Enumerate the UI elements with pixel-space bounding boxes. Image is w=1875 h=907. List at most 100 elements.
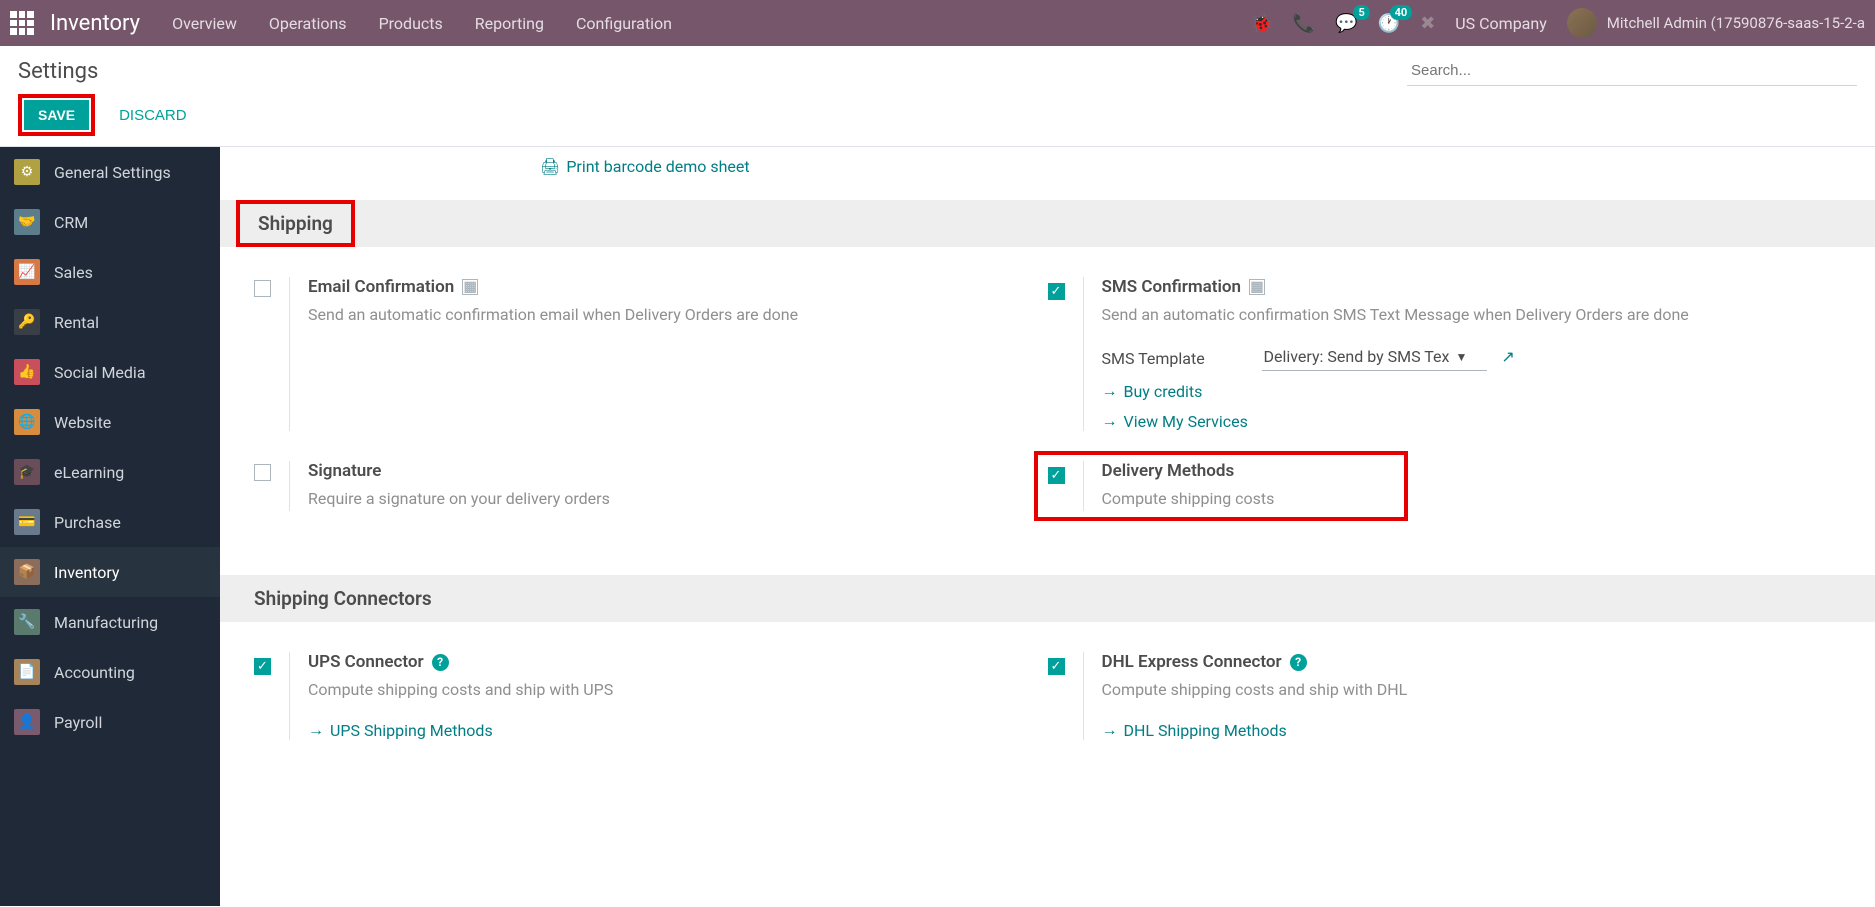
checkbox-signature[interactable] — [254, 464, 271, 481]
control-panel: Settings SAVE DISCARD — [0, 46, 1875, 147]
sidebar-item-manufacturing[interactable]: 🔧 Manufacturing — [0, 597, 220, 647]
buy-credits-link[interactable]: → Buy credits — [1102, 381, 1802, 401]
arrow-right-icon: → — [308, 720, 324, 740]
ic-social-icon: 👍 — [14, 359, 40, 385]
ic-general-icon: ⚙ — [14, 159, 40, 185]
sidebar-item-general-settings[interactable]: ⚙ General Settings — [0, 147, 220, 197]
sidebar-item-label: CRM — [54, 213, 88, 232]
sidebar-item-label: General Settings — [54, 163, 171, 182]
messages-icon[interactable]: 💬5 — [1335, 13, 1357, 34]
checkbox-sms-confirmation[interactable]: ✓ — [1048, 283, 1065, 300]
ic-accounting-icon: 📄 — [14, 659, 40, 685]
sidebar-item-label: Payroll — [54, 713, 102, 732]
ic-payroll-icon: 👤 — [14, 709, 40, 735]
shipping-highlight: Shipping — [236, 200, 355, 247]
activities-badge: 40 — [1390, 5, 1413, 20]
messages-badge: 5 — [1353, 5, 1369, 20]
dhl-methods-link[interactable]: → DHL Shipping Methods — [1102, 720, 1802, 740]
ic-inventory-icon: 📦 — [14, 559, 40, 585]
debug-icon[interactable]: 🐞 — [1251, 13, 1273, 34]
sidebar-item-label: Accounting — [54, 663, 135, 682]
sidebar-item-label: eLearning — [54, 463, 124, 482]
sidebar-item-rental[interactable]: 🔑 Rental — [0, 297, 220, 347]
discard-button[interactable]: DISCARD — [105, 94, 201, 136]
checkbox-delivery-methods[interactable]: ✓ — [1048, 467, 1065, 484]
arrow-right-icon: → — [1102, 381, 1118, 401]
ic-website-icon: 🌐 — [14, 409, 40, 435]
menu-configuration[interactable]: Configuration — [576, 14, 672, 33]
save-highlight: SAVE — [18, 94, 95, 136]
help-icon[interactable]: ? — [432, 654, 449, 671]
ic-sales-icon: 📈 — [14, 259, 40, 285]
setting-delivery-methods: ✓ Delivery Methods Compute shipping cost… — [1048, 461, 1842, 511]
sidebar-item-inventory[interactable]: 📦 Inventory — [0, 547, 220, 597]
section-shipping-title: Shipping — [258, 212, 333, 235]
ic-crm-icon: 🤝 — [14, 209, 40, 235]
phone-icon[interactable]: 📞 — [1293, 13, 1315, 34]
setting-ups-connector: ✓ UPS Connector ? Compute shipping costs… — [254, 652, 1048, 740]
main-menu: Overview Operations Products Reporting C… — [172, 14, 672, 33]
section-connectors-header: Shipping Connectors — [220, 575, 1875, 622]
save-button[interactable]: SAVE — [24, 100, 89, 130]
ic-elearning-icon: 🎓 — [14, 459, 40, 485]
sidebar-item-label: Social Media — [54, 363, 146, 382]
section-shipping-header: Shipping — [220, 200, 1875, 247]
menu-products[interactable]: Products — [379, 14, 443, 33]
arrow-right-icon: → — [1102, 411, 1118, 431]
arrow-right-icon: → — [1102, 720, 1118, 740]
activities-icon[interactable]: 🕐40 — [1378, 13, 1400, 34]
page-title: Settings — [18, 59, 98, 84]
sms-template-select[interactable]: Delivery: Send by SMS Tex ▼ — [1262, 345, 1488, 371]
username-label: Mitchell Admin (17590876-saas-15-2-a — [1607, 14, 1865, 32]
sidebar-item-label: Manufacturing — [54, 613, 158, 632]
apps-launcher-icon[interactable] — [10, 11, 34, 35]
setting-signature: Signature Require a signature on your de… — [254, 461, 1048, 511]
checkbox-email-confirmation[interactable] — [254, 280, 271, 297]
checkbox-dhl[interactable]: ✓ — [1048, 658, 1065, 675]
checkbox-ups[interactable]: ✓ — [254, 658, 271, 675]
chevron-down-icon: ▼ — [1455, 350, 1467, 364]
ic-purchase-icon: 💳 — [14, 509, 40, 535]
section-connectors-title: Shipping Connectors — [254, 587, 1841, 610]
sidebar-item-label: Purchase — [54, 513, 121, 532]
ups-methods-link[interactable]: → UPS Shipping Methods — [308, 720, 1008, 740]
sidebar-item-crm[interactable]: 🤝 CRM — [0, 197, 220, 247]
enterprise-icon: ▦ — [1249, 279, 1265, 295]
delivery-highlight: ✓ Delivery Methods Compute shipping cost… — [1034, 451, 1409, 521]
sidebar-item-elearning[interactable]: 🎓 eLearning — [0, 447, 220, 497]
settings-content[interactable]: 🖨 Print barcode demo sheet Shipping Emai… — [220, 147, 1875, 906]
search-input[interactable] — [1407, 56, 1857, 86]
app-brand[interactable]: Inventory — [50, 11, 140, 36]
sidebar-item-website[interactable]: 🌐 Website — [0, 397, 220, 447]
ic-manufacturing-icon: 🔧 — [14, 609, 40, 635]
settings-sidebar[interactable]: ⚙ General Settings 🤝 CRM 📈 Sales 🔑 Rental 👍 Socia… — [0, 147, 220, 906]
menu-overview[interactable]: Overview — [172, 14, 237, 33]
enterprise-icon: ▦ — [462, 279, 478, 295]
print-icon: 🖨 — [540, 157, 560, 176]
sidebar-item-purchase[interactable]: 💳 Purchase — [0, 497, 220, 547]
sidebar-item-label: Sales — [54, 263, 93, 282]
menu-reporting[interactable]: Reporting — [475, 14, 544, 33]
user-menu[interactable]: Mitchell Admin (17590876-saas-15-2-a — [1567, 8, 1865, 38]
sidebar-item-sales[interactable]: 📈 Sales — [0, 247, 220, 297]
sidebar-item-label: Inventory — [54, 563, 120, 582]
help-icon[interactable]: ? — [1290, 654, 1307, 671]
sidebar-item-payroll[interactable]: 👤 Payroll — [0, 697, 220, 747]
ic-rental-icon: 🔑 — [14, 309, 40, 335]
print-barcode-link[interactable]: 🖨 Print barcode demo sheet — [540, 157, 750, 176]
view-services-link[interactable]: → View My Services — [1102, 411, 1802, 431]
sidebar-item-social-media[interactable]: 👍 Social Media — [0, 347, 220, 397]
company-selector[interactable]: US Company — [1455, 14, 1547, 33]
menu-operations[interactable]: Operations — [269, 14, 347, 33]
setting-sms-confirmation: ✓ SMS Confirmation ▦ Send an automatic c… — [1048, 277, 1842, 431]
sidebar-item-accounting[interactable]: 📄 Accounting — [0, 647, 220, 697]
avatar — [1567, 8, 1597, 38]
tools-icon[interactable]: ✖ — [1420, 13, 1435, 34]
setting-dhl-connector: ✓ DHL Express Connector ? Compute shippi… — [1048, 652, 1842, 740]
top-navbar: Inventory Overview Operations Products R… — [0, 0, 1875, 46]
setting-email-confirmation: Email Confirmation ▦ Send an automatic c… — [254, 277, 1048, 431]
external-link-icon[interactable]: ↗ — [1501, 347, 1514, 366]
sms-template-label: SMS Template — [1102, 349, 1222, 368]
sidebar-item-label: Rental — [54, 313, 99, 332]
sidebar-item-label: Website — [54, 413, 111, 432]
